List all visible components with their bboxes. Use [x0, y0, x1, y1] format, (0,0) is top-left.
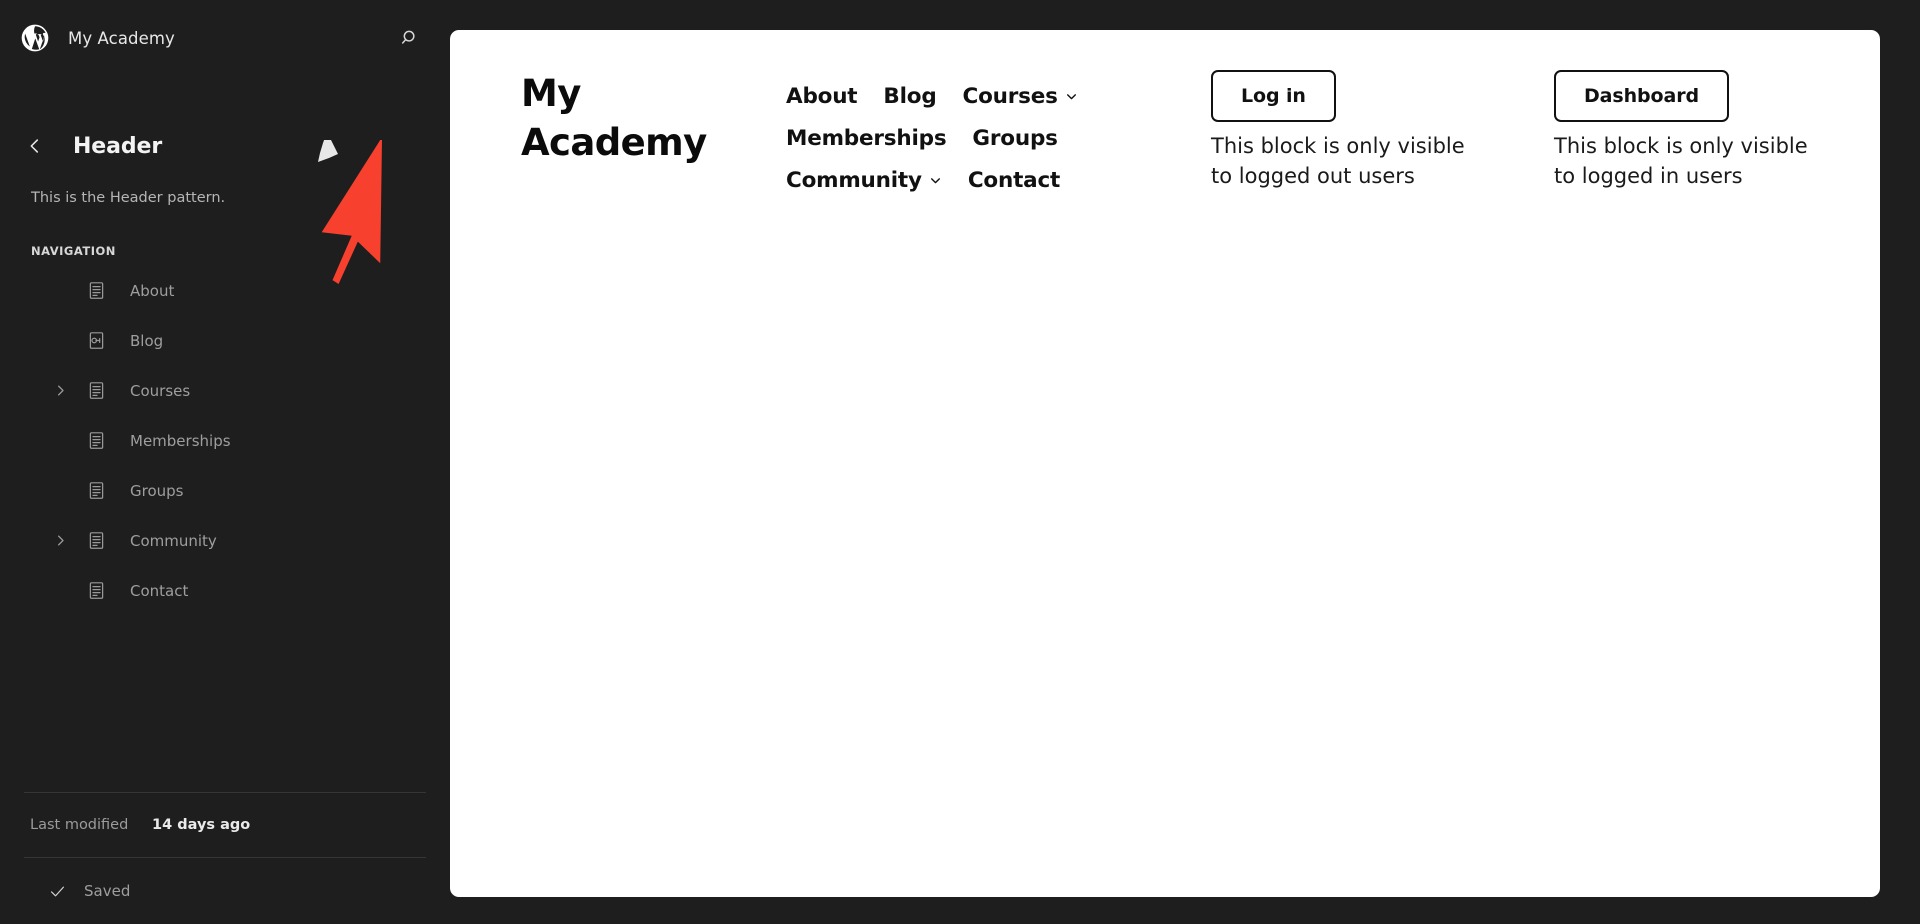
sidebar-item-groups[interactable]: Groups [0, 466, 450, 516]
nav-link-label: Blog [883, 84, 937, 109]
nav-link-label: Groups [972, 126, 1058, 151]
panel-header: Header [0, 120, 450, 172]
nav-link-community[interactable]: Community [786, 168, 942, 193]
link-icon [84, 329, 108, 353]
sidebar-item-label: About [130, 281, 175, 300]
page-icon [84, 529, 108, 553]
nav-link-memberships[interactable]: Memberships [786, 126, 947, 151]
nav-link-about[interactable]: About [786, 84, 858, 109]
site-brand[interactable]: My Academy [521, 70, 761, 168]
dashboard-button[interactable]: Dashboard [1554, 70, 1729, 122]
last-modified-label: Last modified [30, 817, 129, 833]
nav-link-label: Courses [962, 84, 1058, 109]
sidebar-item-label: Community [130, 531, 217, 550]
sidebar-item-label: Contact [130, 581, 189, 600]
sidebar-item-label: Groups [130, 481, 184, 500]
chevron-down-icon [929, 174, 942, 187]
nav-link-blog[interactable]: Blog [883, 84, 936, 109]
brand-line-1: My [521, 72, 581, 115]
chevron-right-icon[interactable] [48, 379, 72, 403]
brand-line-2: Academy [521, 120, 707, 164]
editor-sidebar: My Academy Header This is the Header pat… [0, 0, 450, 924]
logged-out-visibility-note: This block is only visible to logged out… [1211, 134, 1465, 188]
last-modified-value: 14 days ago [152, 817, 251, 833]
nav-link-label: Community [786, 168, 922, 193]
page-icon [84, 379, 108, 403]
sidebar-item-about[interactable]: About [0, 266, 450, 316]
page-icon [84, 429, 108, 453]
page-title: Header [73, 133, 163, 159]
sidebar-item-contact[interactable]: Contact [0, 566, 450, 616]
sidebar-footer: Last modified 14 days ago Saved [0, 792, 450, 924]
logged-in-visibility-note: This block is only visible to logged in … [1554, 134, 1808, 188]
site-navigation: About Blog Courses Memberships Groups Co… [786, 84, 1086, 193]
nav-link-groups[interactable]: Groups [972, 126, 1058, 151]
chevron-left-icon[interactable] [22, 133, 48, 159]
page-icon [84, 279, 108, 303]
sidebar-item-label: Memberships [130, 431, 231, 450]
page-icon [84, 579, 108, 603]
chevron-right-icon[interactable] [48, 529, 72, 553]
header-pattern-block[interactable]: My Academy About Blog Courses Membership… [450, 30, 1880, 193]
sidebar-item-community[interactable]: Community [0, 516, 450, 566]
sidebar-item-label: Blog [130, 331, 164, 350]
editor-canvas[interactable]: My Academy About Blog Courses Membership… [450, 30, 1880, 897]
site-title: My Academy [68, 28, 175, 48]
navigation-list: About Blog Courses Memberships Groups Co… [0, 266, 450, 616]
search-icon[interactable] [390, 18, 430, 58]
nav-link-contact[interactable]: Contact [968, 168, 1060, 193]
page-icon [84, 479, 108, 503]
sidebar-item-memberships[interactable]: Memberships [0, 416, 450, 466]
panel-description: This is the Header pattern. [31, 190, 226, 206]
nav-link-label: Contact [967, 168, 1061, 193]
sidebar-item-label: Courses [130, 381, 191, 400]
check-icon [46, 880, 68, 902]
save-status-label: Saved [84, 882, 131, 900]
site-editor-window: My Academy Header This is the Header pat… [0, 0, 1920, 924]
sidebar-item-courses[interactable]: Courses [0, 366, 450, 416]
site-hub: My Academy [0, 0, 450, 76]
logged-out-block: Log in This block is only visible to log… [1211, 70, 1511, 192]
last-modified-row: Last modified 14 days ago [0, 793, 450, 857]
nav-link-courses[interactable]: Courses [963, 84, 1078, 109]
save-status-button[interactable]: Saved [0, 858, 450, 924]
nav-link-label: About [786, 84, 858, 109]
nav-link-label: Memberships [786, 126, 947, 151]
sidebar-item-blog[interactable]: Blog [0, 316, 450, 366]
wordpress-logo-icon[interactable] [18, 21, 52, 55]
logged-in-block: Dashboard This block is only visible to … [1554, 70, 1854, 192]
navigation-section-label: NAVIGATION [31, 243, 116, 258]
chevron-down-icon [1065, 90, 1078, 103]
login-button[interactable]: Log in [1211, 70, 1336, 122]
